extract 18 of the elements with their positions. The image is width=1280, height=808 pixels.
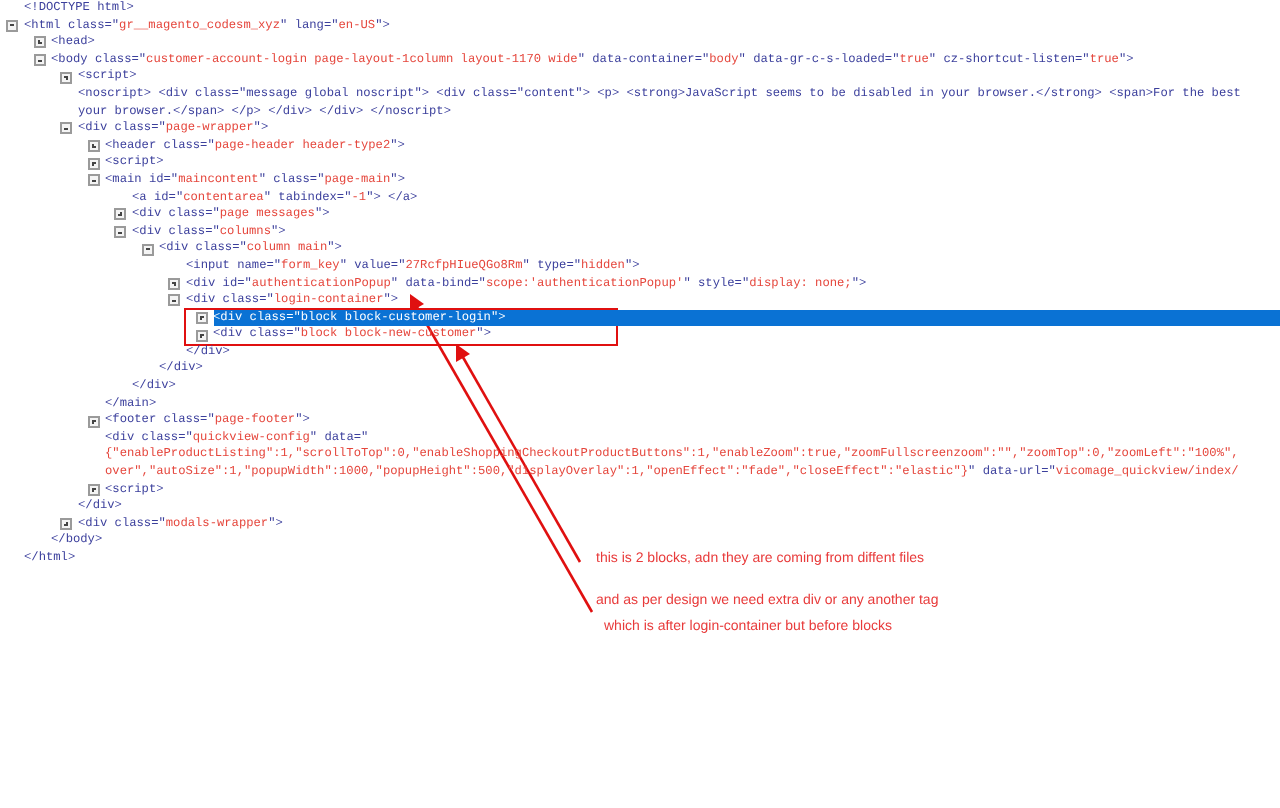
tree-toggle[interactable]	[60, 518, 72, 531]
tree-toggle[interactable]	[87, 157, 99, 170]
tree-toggle[interactable]	[87, 174, 99, 187]
tree-toggle[interactable]	[141, 243, 153, 256]
tree-toggle[interactable]	[33, 54, 45, 67]
tree-toggle[interactable]	[168, 294, 180, 307]
tree-toggle[interactable]	[114, 226, 126, 239]
tree-toggle[interactable]	[6, 19, 18, 32]
tree-toggle[interactable]	[87, 415, 99, 428]
tree-toggle[interactable]	[168, 277, 180, 290]
tree-toggle[interactable]	[60, 122, 72, 135]
tree-toggle[interactable]	[60, 71, 72, 84]
tree-toggle[interactable]	[114, 208, 126, 221]
tree-toggle[interactable]	[87, 140, 99, 153]
tree-toggle[interactable]	[33, 36, 45, 49]
tree-toggle[interactable]	[195, 311, 207, 324]
tree-toggle[interactable]	[195, 329, 207, 342]
tree-toggle[interactable]	[87, 483, 99, 496]
